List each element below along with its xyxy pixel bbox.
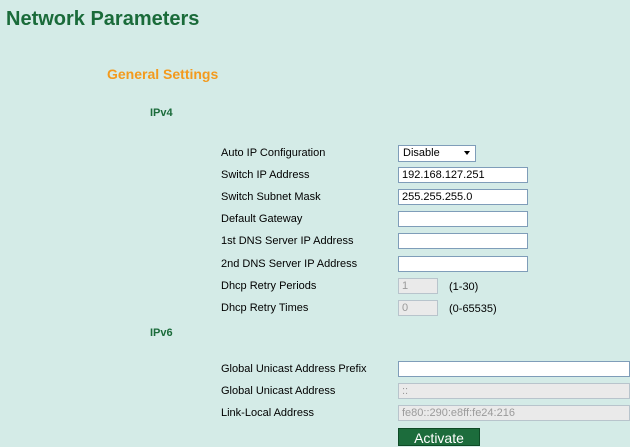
auto-ip-select[interactable]: Disable (398, 145, 476, 162)
retry-times-row: Dhcp Retry Times 0 (0-65535) (221, 300, 630, 318)
auto-ip-label: Auto IP Configuration (221, 147, 326, 159)
page-title: Network Parameters (6, 8, 200, 30)
retry-periods-range: (1-30) (449, 281, 479, 293)
retry-times-label: Dhcp Retry Times (221, 302, 309, 314)
link-local-input[interactable]: fe80::290:e8ff:fe24:216 (398, 405, 630, 421)
retry-periods-label: Dhcp Retry Periods (221, 280, 317, 292)
global-unicast-row: Global Unicast Address :: (221, 383, 630, 401)
switch-ip-input[interactable]: 192.168.127.251 (398, 167, 528, 183)
subnet-label: Switch Subnet Mask (221, 191, 321, 203)
dns2-label: 2nd DNS Server IP Address (221, 258, 358, 270)
link-local-row: Link-Local Address fe80::290:e8ff:fe24:2… (221, 405, 630, 423)
dns1-input[interactable] (398, 233, 528, 249)
prefix-input[interactable] (398, 361, 630, 377)
retry-times-range: (0-65535) (449, 303, 497, 315)
retry-periods-input[interactable]: 1 (398, 278, 438, 294)
auto-ip-value: Disable (403, 147, 440, 159)
prefix-row: Global Unicast Address Prefix (221, 361, 630, 379)
global-unicast-label: Global Unicast Address (221, 385, 336, 397)
prefix-label: Global Unicast Address Prefix (221, 363, 367, 375)
subnet-row: Switch Subnet Mask 255.255.255.0 (221, 189, 630, 207)
auto-ip-row: Auto IP Configuration Disable (221, 145, 630, 163)
general-settings-heading: General Settings (107, 66, 219, 82)
chevron-down-icon (464, 151, 470, 155)
ipv4-heading: IPv4 (150, 107, 173, 119)
gateway-input[interactable] (398, 211, 528, 227)
dns2-row: 2nd DNS Server IP Address (221, 256, 630, 274)
activate-button[interactable]: Activate (398, 428, 480, 446)
subnet-input[interactable]: 255.255.255.0 (398, 189, 528, 205)
global-unicast-input[interactable]: :: (398, 383, 630, 399)
link-local-label: Link-Local Address (221, 407, 314, 419)
dns1-label: 1st DNS Server IP Address (221, 235, 354, 247)
dns2-input[interactable] (398, 256, 528, 272)
retry-periods-row: Dhcp Retry Periods 1 (1-30) (221, 278, 630, 296)
gateway-row: Default Gateway (221, 211, 630, 229)
ipv6-heading: IPv6 (150, 327, 173, 339)
switch-ip-row: Switch IP Address 192.168.127.251 (221, 167, 630, 185)
retry-times-input[interactable]: 0 (398, 300, 438, 316)
switch-ip-label: Switch IP Address (221, 169, 310, 181)
dns1-row: 1st DNS Server IP Address (221, 233, 630, 251)
gateway-label: Default Gateway (221, 213, 303, 225)
